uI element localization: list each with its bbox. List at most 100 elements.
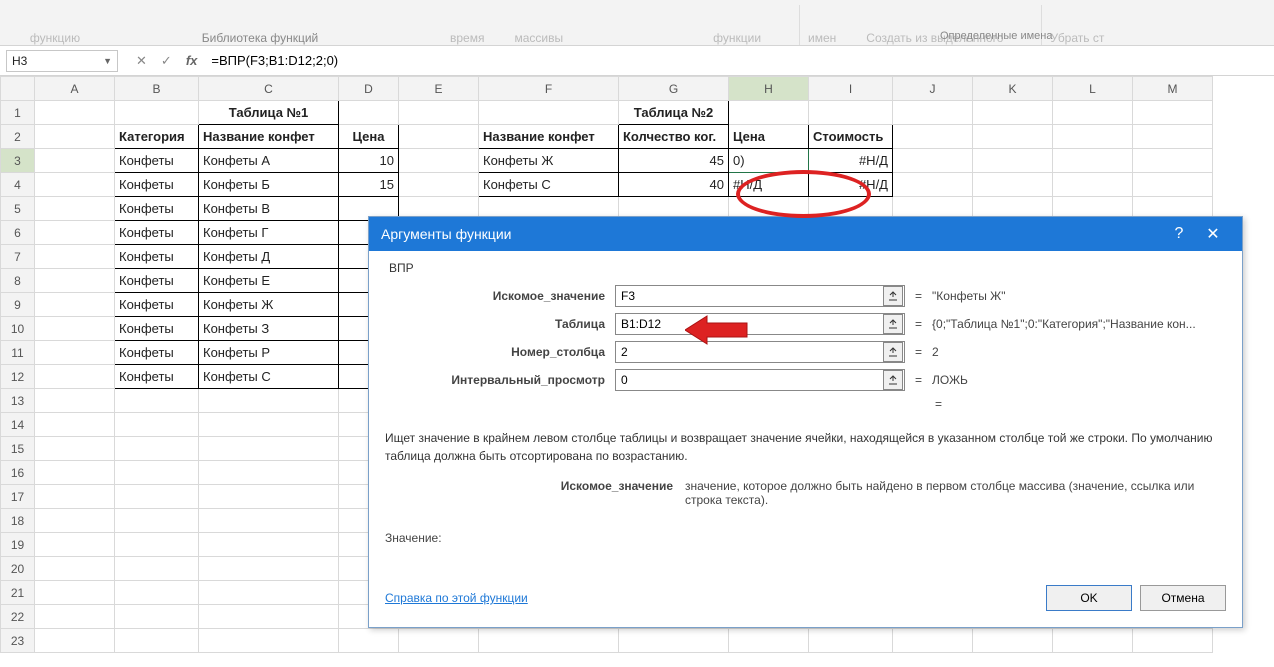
col-header-E[interactable]: E [399,77,479,101]
arg-input-wrap-2[interactable] [615,341,905,363]
cell-G23[interactable] [619,629,729,653]
cell-C9[interactable]: Конфеты Ж [199,293,339,317]
arg-input-wrap-0[interactable] [615,285,905,307]
cell-E4[interactable] [399,173,479,197]
cell-A5[interactable] [35,197,115,221]
cell-I4[interactable]: #Н/Д [809,173,893,197]
row-header-17[interactable]: 17 [1,485,35,509]
col-header-B[interactable]: B [115,77,199,101]
cell-J2[interactable] [893,125,973,149]
cell-L4[interactable] [1053,173,1133,197]
cell-K2[interactable] [973,125,1053,149]
range-select-icon[interactable] [883,370,903,390]
cell-L1[interactable] [1053,101,1133,125]
cell-F3[interactable]: Конфеты Ж [479,149,619,173]
close-icon[interactable]: ✕ [1196,224,1230,244]
row-header-2[interactable]: 2 [1,125,35,149]
col-header-C[interactable]: C [199,77,339,101]
col-header-H[interactable]: H [729,77,809,101]
cell-K3[interactable] [973,149,1053,173]
cell-C16[interactable] [199,461,339,485]
row-header-22[interactable]: 22 [1,605,35,629]
cell-B21[interactable] [115,581,199,605]
cell-H2[interactable]: Цена [729,125,809,149]
cell-G3[interactable]: 45 [619,149,729,173]
help-link[interactable]: Справка по этой функции [385,591,528,605]
col-header-A[interactable]: A [35,77,115,101]
cell-L2[interactable] [1053,125,1133,149]
cell-A14[interactable] [35,413,115,437]
cell-A13[interactable] [35,389,115,413]
arg-input-wrap-1[interactable] [615,313,905,335]
cell-B23[interactable] [115,629,199,653]
cell-E3[interactable] [399,149,479,173]
cell-A18[interactable] [35,509,115,533]
row-header-7[interactable]: 7 [1,245,35,269]
row-header-18[interactable]: 18 [1,509,35,533]
range-select-icon[interactable] [883,286,903,306]
cell-G4[interactable]: 40 [619,173,729,197]
cell-K1[interactable] [973,101,1053,125]
cell-B4[interactable]: Конфеты [115,173,199,197]
arg-input-1[interactable] [616,314,883,334]
cell-B20[interactable] [115,557,199,581]
cell-A19[interactable] [35,533,115,557]
cell-B22[interactable] [115,605,199,629]
cell-B12[interactable]: Конфеты [115,365,199,389]
cell-I2[interactable]: Стоимость [809,125,893,149]
cell-C21[interactable] [199,581,339,605]
dialog-titlebar[interactable]: Аргументы функции ? ✕ [369,217,1242,251]
cell-C6[interactable]: Конфеты Г [199,221,339,245]
row-header-19[interactable]: 19 [1,533,35,557]
chevron-down-icon[interactable]: ▼ [103,56,112,66]
cell-K4[interactable] [973,173,1053,197]
cell-C20[interactable] [199,557,339,581]
row-header-15[interactable]: 15 [1,437,35,461]
cell-B18[interactable] [115,509,199,533]
select-all-corner[interactable] [1,77,35,101]
cell-A10[interactable] [35,317,115,341]
fx-icon[interactable]: fx [186,53,198,68]
name-box[interactable]: H3 ▼ [6,50,118,72]
cell-B13[interactable] [115,389,199,413]
cell-L3[interactable] [1053,149,1133,173]
cell-M1[interactable] [1133,101,1213,125]
cell-D2[interactable]: Цена [339,125,399,149]
cell-B10[interactable]: Конфеты [115,317,199,341]
cell-C17[interactable] [199,485,339,509]
cell-B14[interactable] [115,413,199,437]
cell-M23[interactable] [1133,629,1213,653]
cell-A23[interactable] [35,629,115,653]
col-header-I[interactable]: I [809,77,893,101]
cell-A22[interactable] [35,605,115,629]
col-header-K[interactable]: K [973,77,1053,101]
cell-A16[interactable] [35,461,115,485]
cell-C1[interactable]: Таблица №1 [199,101,339,125]
cell-F2[interactable]: Название конфет [479,125,619,149]
cell-M3[interactable] [1133,149,1213,173]
cell-J4[interactable] [893,173,973,197]
accept-formula-icon[interactable]: ✓ [161,53,172,69]
cell-B9[interactable]: Конфеты [115,293,199,317]
row-header-10[interactable]: 10 [1,317,35,341]
cell-C18[interactable] [199,509,339,533]
cancel-button[interactable]: Отмена [1140,585,1226,611]
cell-C4[interactable]: Конфеты Б [199,173,339,197]
col-header-D[interactable]: D [339,77,399,101]
cell-B11[interactable]: Конфеты [115,341,199,365]
cell-I1[interactable] [809,101,893,125]
cell-B16[interactable] [115,461,199,485]
cell-G1[interactable]: Таблица №2 [619,101,729,125]
cell-F1[interactable] [479,101,619,125]
range-select-icon[interactable] [883,342,903,362]
cell-G2[interactable]: Колчество ког. [619,125,729,149]
range-select-icon[interactable] [883,314,903,334]
row-header-16[interactable]: 16 [1,461,35,485]
cell-B6[interactable]: Конфеты [115,221,199,245]
cell-B8[interactable]: Конфеты [115,269,199,293]
cell-C7[interactable]: Конфеты Д [199,245,339,269]
cell-E23[interactable] [399,629,479,653]
cell-E1[interactable] [399,101,479,125]
cell-B1[interactable] [115,101,199,125]
cell-C2[interactable]: Название конфет [199,125,339,149]
